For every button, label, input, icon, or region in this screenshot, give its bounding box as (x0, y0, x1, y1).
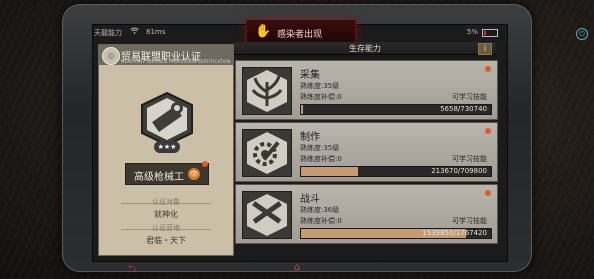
gather-plant-icon (242, 67, 292, 115)
wifi-icon (130, 27, 139, 36)
craft-gear-wrench-icon (242, 129, 292, 177)
notification-dot (485, 128, 491, 134)
home-icon[interactable]: ⌂ (284, 262, 310, 274)
progress-text: 213670/709800 (431, 167, 487, 175)
learnable-skill-text: 可学习技能 (452, 155, 487, 163)
battery-icon (482, 29, 498, 37)
rank-label: 高级枪械工 (134, 172, 184, 183)
learnable-skill-text: 可学习技能 (452, 93, 487, 101)
skill-progress-bar: 5658/730740 (300, 104, 492, 115)
carrier-text: 天龍能力 (94, 29, 122, 37)
progress-fill (301, 105, 303, 114)
rank-stars: ★★★ (154, 141, 180, 153)
skill-compensation: 熟练度补偿:0 (300, 217, 342, 225)
progress-fill (301, 167, 359, 176)
skills-header-title: 生存能力 (349, 44, 381, 53)
learnable-skill-text: 可学习技能 (452, 217, 487, 225)
target-label: 认证对象 (152, 198, 180, 206)
eye-icon[interactable]: 👁 (188, 168, 200, 180)
skill-card-combat[interactable]: 战斗 熟练度:36级 熟练度补偿:0 可学习技能 1539850/1767420 (235, 184, 498, 244)
progress-text: 5658/730740 (440, 105, 487, 113)
notification-dot (485, 66, 491, 72)
infected-hand-icon: ✋ (255, 24, 272, 39)
skill-compensation: 熟练度补偿:0 (300, 155, 342, 163)
combat-guns-icon (242, 191, 292, 239)
certification-panel: ◎ 贸易联盟职业认证 MERCHANT ALLIANCE PROFESSION … (98, 44, 234, 256)
ping-text: 81ms (146, 28, 166, 36)
skill-name: 制作 (300, 132, 320, 143)
mechanic-badge-icon (141, 91, 193, 147)
battery-text: 5% (466, 28, 478, 36)
notification-dot (202, 161, 208, 167)
rank-button[interactable]: 高级枪械工 👁 (125, 163, 209, 185)
skill-progress-bar: 213670/709800 (300, 166, 492, 177)
skill-card-craft[interactable]: 制作 熟练度:35级 熟练度补偿:0 可学习技能 213670/709800 (235, 122, 498, 182)
skill-level: 熟练度:35级 (300, 144, 340, 152)
certification-subtitle: MERCHANT ALLIANCE PROFESSION CERTIFICATI… (121, 59, 231, 64)
skill-name: 战斗 (300, 194, 320, 205)
alert-text: 感染者出现 (277, 30, 323, 40)
skills-header: 生存能力 (234, 42, 496, 55)
progress-text: 1539850/1767420 (422, 229, 487, 237)
info-icon[interactable]: i (478, 43, 492, 55)
alliance-logo-icon: ◎ (102, 47, 120, 65)
back-arrow-icon[interactable]: ⮌ (112, 262, 152, 275)
certification-header: ◎ 贸易联盟职业认证 MERCHANT ALLIANCE PROFESSION … (99, 45, 233, 65)
target-value: 就神化 (154, 210, 178, 219)
skill-progress-bar: 1539850/1767420 (300, 228, 492, 239)
place-label: 认证营地 (152, 224, 180, 232)
notification-dot (485, 190, 491, 196)
skill-compensation: 熟练度补偿:0 (300, 93, 342, 101)
skill-level: 熟练度:36级 (300, 206, 340, 214)
skill-card-gather[interactable]: 采集 熟练度:35级 熟练度补偿:0 可学习技能 5658/730740 (235, 60, 498, 120)
power-icon[interactable]: ⏻ (576, 28, 588, 40)
skill-name: 采集 (300, 70, 320, 81)
skill-level: 熟练度:35级 (300, 82, 340, 90)
place-value: 君临・天下 (146, 236, 186, 245)
